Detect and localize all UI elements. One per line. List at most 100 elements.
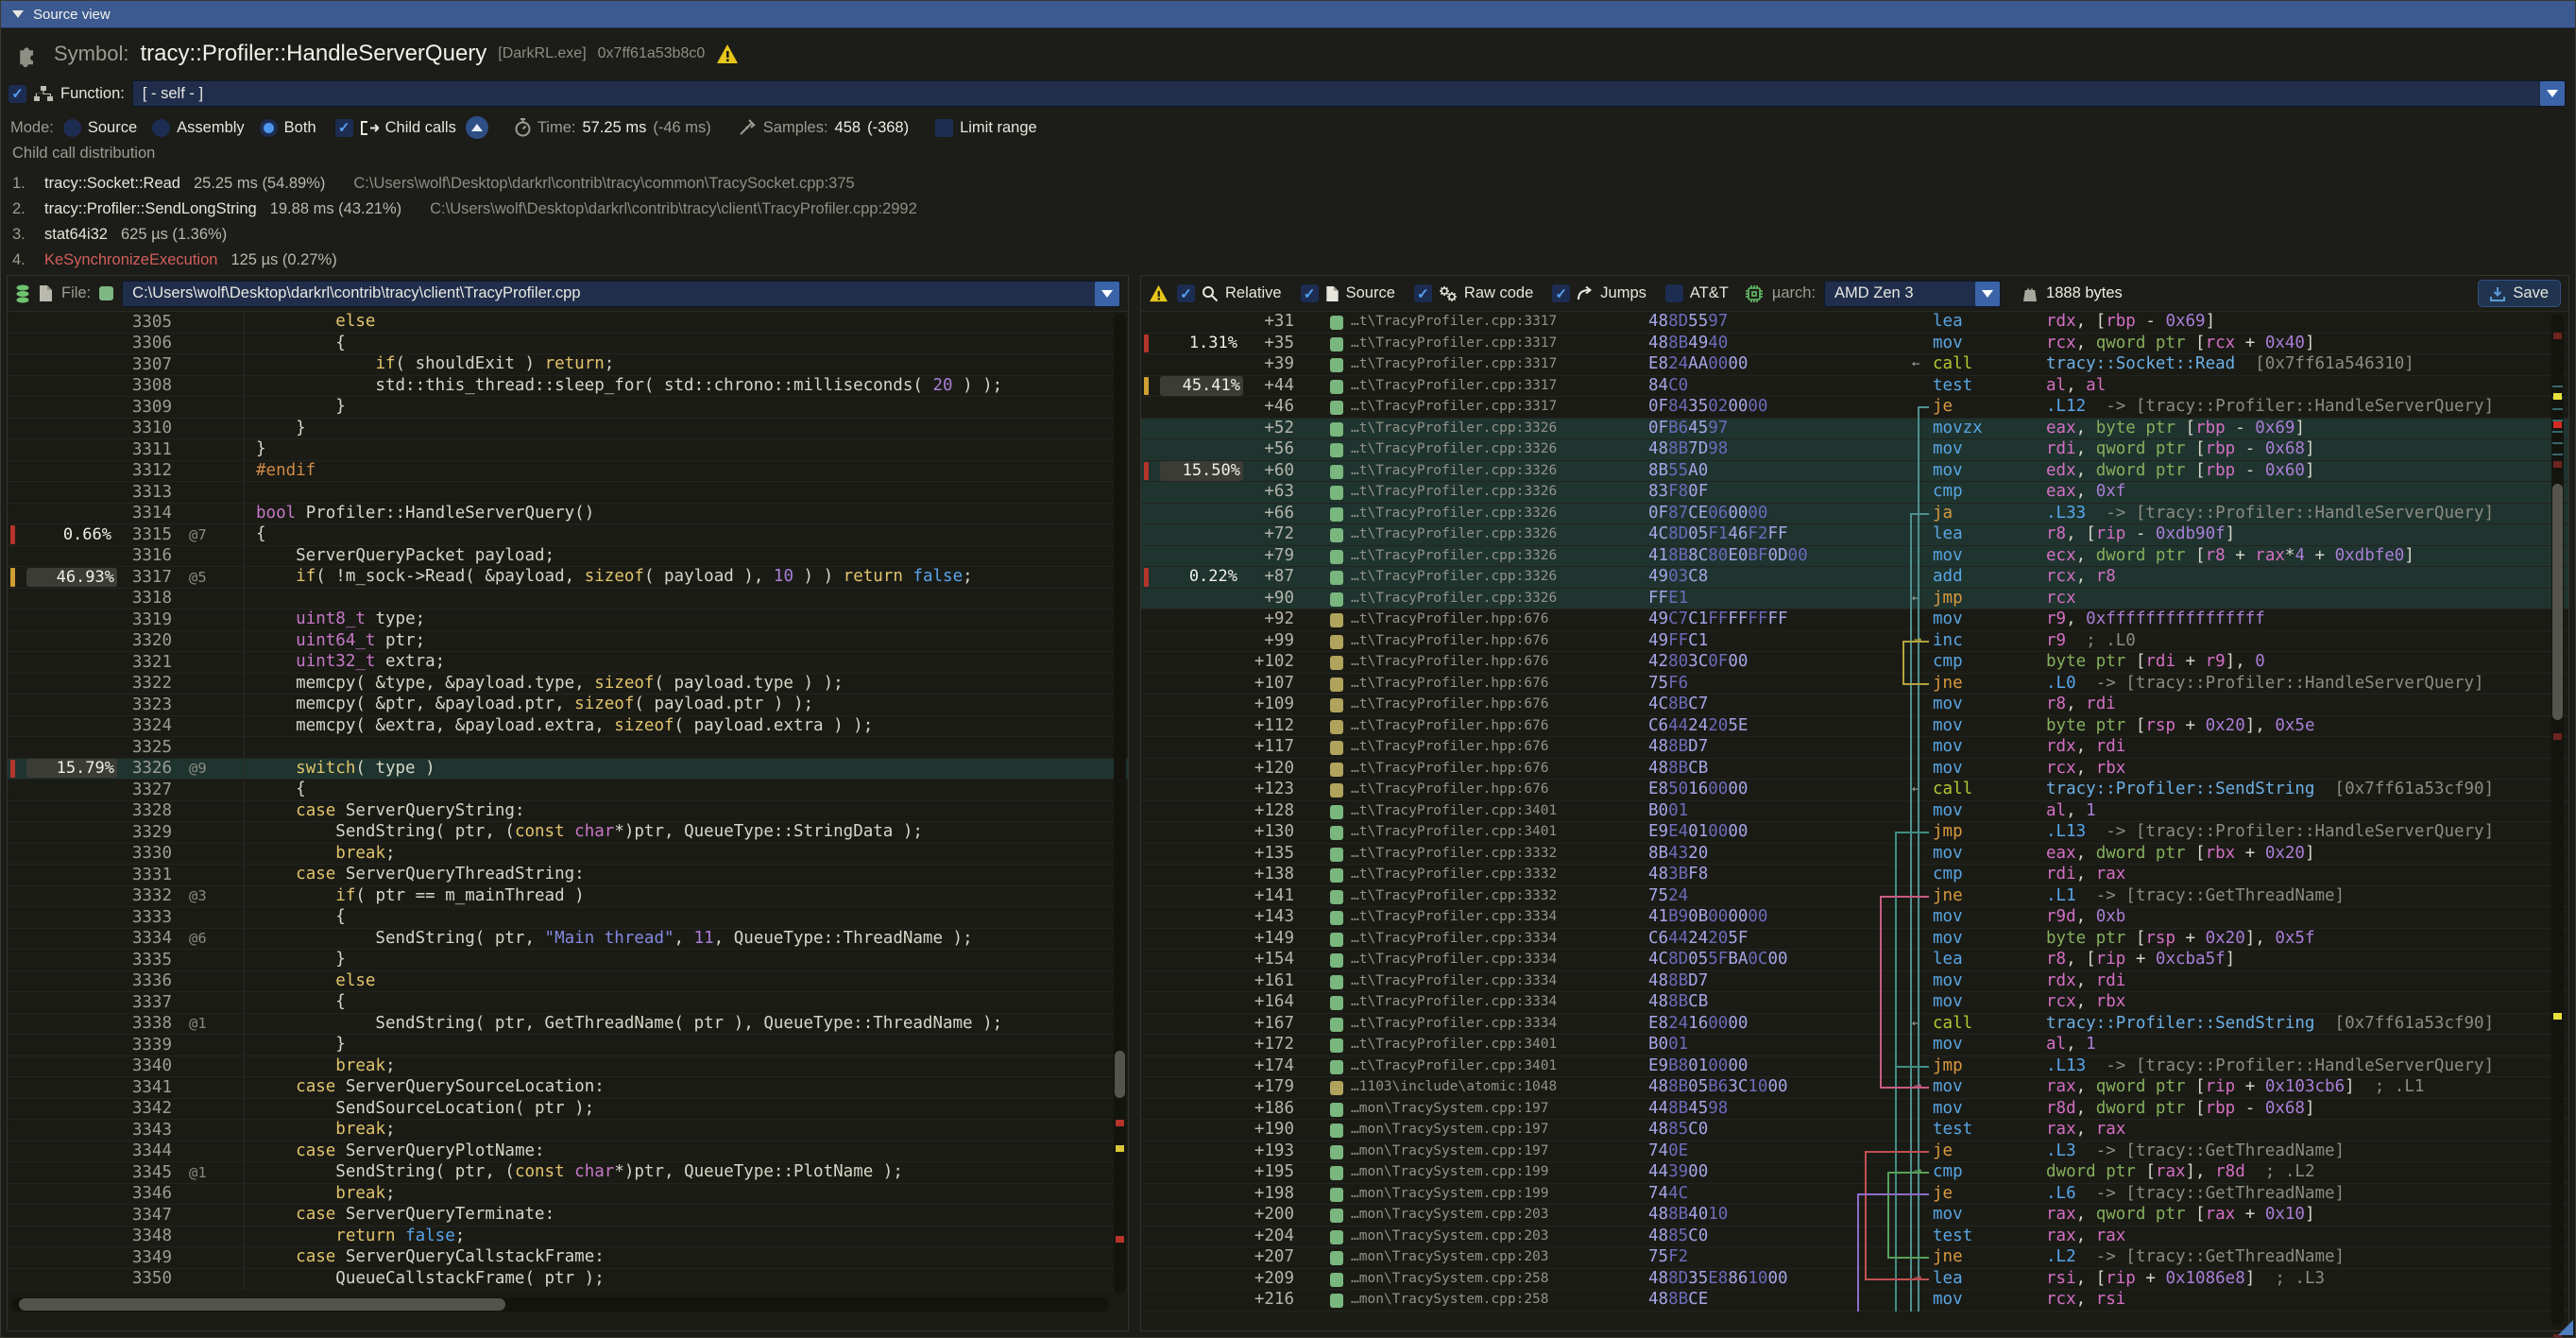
source-line[interactable]: 3347 case ServerQueryTerminate: xyxy=(8,1205,1128,1226)
asm-row[interactable]: +92…t\TracyProfiler.hpp:67649C7C1FFFFFFF… xyxy=(1141,609,2568,631)
source-line[interactable]: 3308 std::this_thread::sleep_for( std::c… xyxy=(8,376,1128,398)
source-line[interactable]: 3312#endif xyxy=(8,461,1128,483)
warning-icon[interactable] xyxy=(1149,284,1169,302)
source-line[interactable]: 3349 case ServerQueryCallstackFrame: xyxy=(8,1247,1128,1269)
source-line[interactable]: 3331 case ServerQueryThreadString: xyxy=(8,865,1128,886)
source-line[interactable]: 3327 { xyxy=(8,780,1128,801)
child-call-item[interactable]: 4.KeSynchronizeExecution125 µs (0.27%) xyxy=(12,248,2566,273)
toggle-raw-code[interactable]: ✓Raw code xyxy=(1414,284,1533,302)
source-line[interactable]: 3320 uint64_t ptr; xyxy=(8,631,1128,653)
asm-row[interactable]: +141…t\TracyProfiler.cpp:33327524jne.L1 … xyxy=(1141,886,2568,908)
asm-row[interactable]: +149…t\TracyProfiler.cpp:3334C64424205Fm… xyxy=(1141,929,2568,951)
checkbox-icon[interactable] xyxy=(1665,284,1683,302)
radio-icon[interactable] xyxy=(260,119,278,137)
checkbox-icon[interactable]: ✓ xyxy=(1301,284,1319,302)
source-line[interactable]: 3318 xyxy=(8,589,1128,610)
asm-row[interactable]: +63…t\TracyProfiler.cpp:332683F80Fcmpeax… xyxy=(1141,482,2568,504)
source-line[interactable]: 3330 break; xyxy=(8,844,1128,866)
asm-row[interactable]: +154…t\TracyProfiler.cpp:33344C8D055FBA0… xyxy=(1141,950,2568,971)
mode-radio-assembly[interactable]: Assembly xyxy=(152,119,245,137)
source-horizontal-scrollbar[interactable] xyxy=(11,1297,1109,1312)
assembly-vertical-scrollbar[interactable] xyxy=(2551,314,2564,1325)
asm-row[interactable]: +207…mon\TracySystem.cpp:20375F2jne.L2 -… xyxy=(1141,1247,2568,1269)
asm-row[interactable]: +128…t\TracyProfiler.cpp:3401B001moval, … xyxy=(1141,801,2568,823)
source-line[interactable]: 3345@1 SendString( ptr, (const char*)ptr… xyxy=(8,1162,1128,1184)
asm-row[interactable]: +179…1103\include\atomic:1048488B05B63C1… xyxy=(1141,1077,2568,1099)
asm-row[interactable]: +174…t\TracyProfiler.cpp:3401E9B8010000j… xyxy=(1141,1056,2568,1078)
asm-row[interactable]: +167…t\TracyProfiler.cpp:3334E824160000←… xyxy=(1141,1014,2568,1036)
checkbox-icon[interactable]: ✓ xyxy=(1177,284,1195,302)
source-line[interactable]: 46.93%3317@5 if( !m_sock->Read( &payload… xyxy=(8,567,1128,589)
toggle-at-t[interactable]: AT&T xyxy=(1665,284,1729,302)
source-line[interactable]: 3341 case ServerQuerySourceLocation: xyxy=(8,1077,1128,1099)
asm-row[interactable]: +135…t\TracyProfiler.cpp:33328B4320movea… xyxy=(1141,844,2568,866)
source-line[interactable]: 3305 else xyxy=(8,312,1128,334)
limit-range-toggle[interactable]: Limit range xyxy=(935,119,1037,137)
asm-row[interactable]: +102…t\TracyProfiler.hpp:67642803C0F00cm… xyxy=(1141,652,2568,674)
asm-row[interactable]: +161…t\TracyProfiler.cpp:3334488BD7movrd… xyxy=(1141,971,2568,993)
save-button[interactable]: Save xyxy=(2478,280,2561,307)
asm-row[interactable]: +195…mon\TracySystem.cpp:199443900cmpdwo… xyxy=(1141,1162,2568,1184)
source-line[interactable]: 3344 case ServerQueryPlotName: xyxy=(8,1141,1128,1163)
toggle-relative[interactable]: ✓Relative xyxy=(1177,284,1282,302)
source-line[interactable]: 3339 } xyxy=(8,1035,1128,1056)
asm-row[interactable]: +190…mon\TracySystem.cpp:1974885C0testra… xyxy=(1141,1120,2568,1141)
asm-row[interactable]: +90…t\TracyProfiler.cpp:3326FFE1←jmprcx xyxy=(1141,589,2568,610)
source-line[interactable]: 3310 } xyxy=(8,419,1128,440)
child-call-item[interactable]: 1.tracy::Socket::Read25.25 ms (54.89%)C:… xyxy=(12,171,2566,197)
source-line[interactable]: 3336 else xyxy=(8,971,1128,993)
checkbox-icon[interactable]: ✓ xyxy=(1414,284,1432,302)
source-line[interactable]: 3309 } xyxy=(8,397,1128,419)
asm-row[interactable]: +130…t\TracyProfiler.cpp:3401E9E4010000j… xyxy=(1141,822,2568,844)
mode-radio-both[interactable]: Both xyxy=(260,119,316,137)
source-vertical-scrollbar[interactable] xyxy=(1114,314,1126,1293)
radio-icon[interactable] xyxy=(152,119,170,137)
source-line[interactable]: 3328 case ServerQueryString: xyxy=(8,801,1128,823)
asm-row[interactable]: 15.50%+60…t\TracyProfiler.cpp:33268B55A0… xyxy=(1141,461,2568,483)
uarch-combo[interactable]: AMD Zen 3 xyxy=(1824,281,2001,307)
source-line[interactable]: 3338@1 SendString( ptr, GetThreadName( p… xyxy=(8,1014,1128,1036)
limit-range-checkbox[interactable] xyxy=(935,119,953,137)
asm-row[interactable]: +143…t\TracyProfiler.cpp:333441B90B00000… xyxy=(1141,907,2568,929)
asm-row[interactable]: +209…mon\TracySystem.cpp:258488D35E88610… xyxy=(1141,1269,2568,1291)
window-titlebar[interactable]: Source view xyxy=(1,1,2575,28)
source-line[interactable]: 3324 memcpy( &extra, &payload.extra, siz… xyxy=(8,716,1128,738)
asm-row[interactable]: +31…t\TracyProfiler.cpp:3317488D5597lear… xyxy=(1141,312,2568,334)
asm-row[interactable]: +39…t\TracyProfiler.cpp:3317E824AA0000←c… xyxy=(1141,354,2568,376)
source-line[interactable]: 0.66%3315@7{ xyxy=(8,524,1128,546)
source-line[interactable]: 3348 return false; xyxy=(8,1226,1128,1248)
child-call-item[interactable]: 2.tracy::Profiler::SendLongString19.88 m… xyxy=(12,197,2566,222)
asm-row[interactable]: +79…t\TracyProfiler.cpp:3326418B8C80E0BF… xyxy=(1141,546,2568,568)
asm-row[interactable]: +164…t\TracyProfiler.cpp:3334488BCBmovrc… xyxy=(1141,992,2568,1014)
checkbox-icon[interactable]: ✓ xyxy=(1552,284,1570,302)
collapse-icon[interactable] xyxy=(12,10,24,18)
radio-icon[interactable] xyxy=(63,119,81,137)
source-line[interactable]: 3333 { xyxy=(8,907,1128,929)
asm-row[interactable]: +120…t\TracyProfiler.hpp:676488BCBmovrcx… xyxy=(1141,759,2568,780)
source-line[interactable]: 3342 SendSourceLocation( ptr ); xyxy=(8,1099,1128,1121)
asm-row[interactable]: +216…mon\TracySystem.cpp:258488BCEmovrcx… xyxy=(1141,1290,2568,1312)
asm-row[interactable]: +172…t\TracyProfiler.cpp:3401B001moval, … xyxy=(1141,1035,2568,1056)
source-line[interactable]: 3340 break; xyxy=(8,1056,1128,1078)
source-line[interactable]: 3325 xyxy=(8,737,1128,759)
asm-row[interactable]: +117…t\TracyProfiler.hpp:676488BD7movrdx… xyxy=(1141,737,2568,759)
asm-row[interactable]: +200…mon\TracySystem.cpp:203488B4010movr… xyxy=(1141,1205,2568,1226)
file-combo[interactable]: C:\Users\wolf\Desktop\darkrl\contrib\tra… xyxy=(122,281,1120,307)
function-checkbox[interactable]: ✓ xyxy=(9,85,26,103)
source-line[interactable]: 3335 } xyxy=(8,950,1128,971)
asm-row[interactable]: 45.41%+44…t\TracyProfiler.cpp:331784C0te… xyxy=(1141,376,2568,398)
asm-row[interactable]: +123…t\TracyProfiler.hpp:676E850160000←c… xyxy=(1141,780,2568,801)
asm-row[interactable]: +52…t\TracyProfiler.cpp:33260FB64597movz… xyxy=(1141,419,2568,440)
child-calls-toggle[interactable]: ✓ Child calls xyxy=(335,119,456,137)
asm-row[interactable]: +107…t\TracyProfiler.hpp:67675F6jne.L0 -… xyxy=(1141,674,2568,695)
asm-row[interactable]: +109…t\TracyProfiler.hpp:6764C8BC7movr8,… xyxy=(1141,695,2568,716)
source-line[interactable]: 3322 memcpy( &type, &payload.type, sizeo… xyxy=(8,674,1128,695)
mode-radio-source[interactable]: Source xyxy=(63,119,137,137)
source-line[interactable]: 3334@6 SendString( ptr, "Main thread", 1… xyxy=(8,929,1128,951)
asm-row[interactable]: +72…t\TracyProfiler.cpp:33264C8D05F146F2… xyxy=(1141,524,2568,546)
asm-row[interactable]: +112…t\TracyProfiler.hpp:676C64424205Emo… xyxy=(1141,716,2568,738)
asm-row[interactable]: +198…mon\TracySystem.cpp:199744Cje.L6 ->… xyxy=(1141,1184,2568,1206)
asm-row[interactable]: 0.22%+87…t\TracyProfiler.cpp:33264903C8a… xyxy=(1141,567,2568,589)
asm-row[interactable]: +138…t\TracyProfiler.cpp:3332483BF8cmprd… xyxy=(1141,865,2568,886)
source-line[interactable]: 15.79%3326@9 switch( type ) xyxy=(8,759,1128,780)
